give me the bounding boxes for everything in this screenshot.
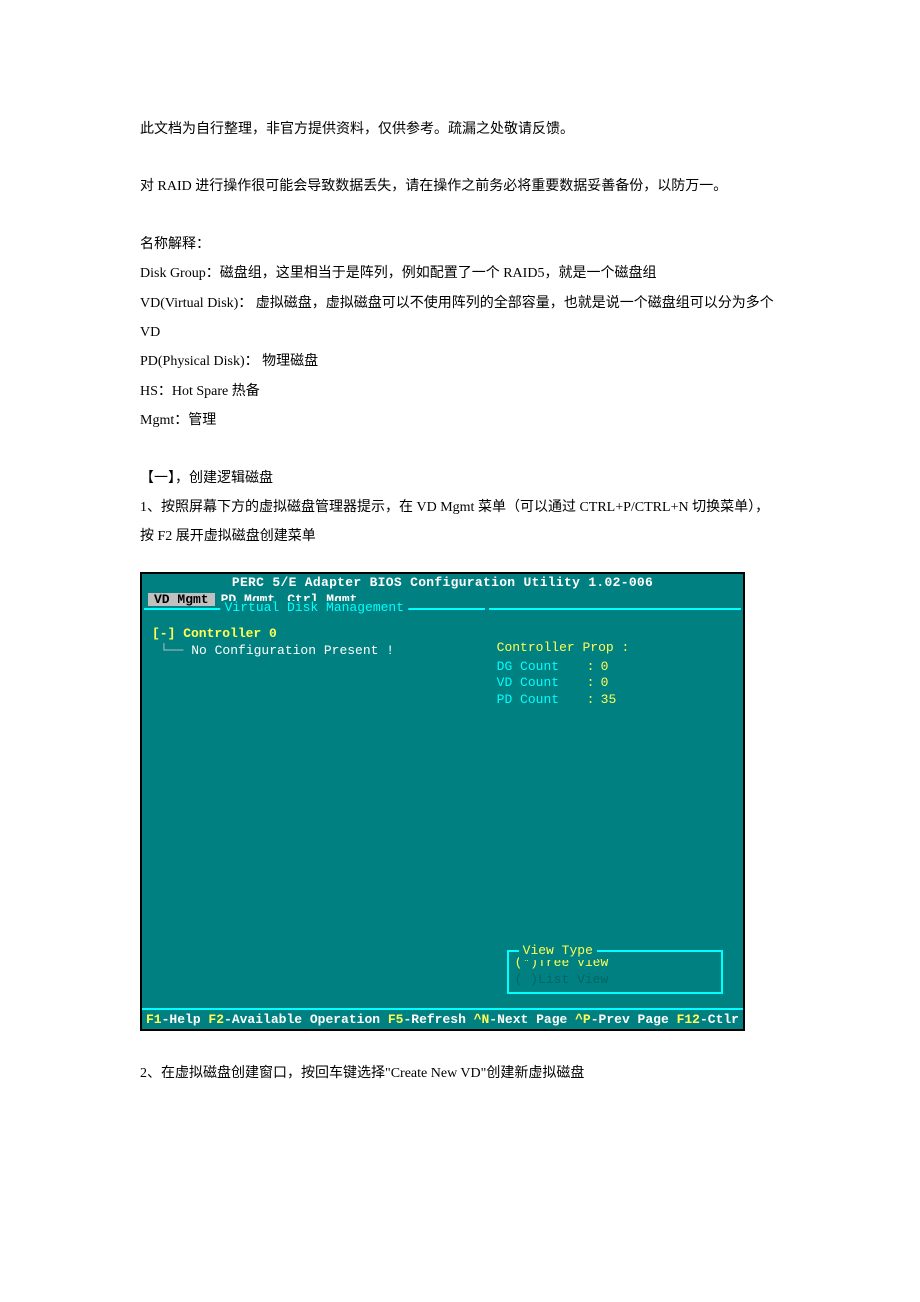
prop-pd-count: PD Count : 35 — [497, 692, 733, 709]
prop-val: 0 — [601, 675, 609, 692]
intro-text: 此文档为自行整理，非官方提供资料，仅供参考。疏漏之处敬请反馈。 — [140, 115, 780, 144]
prop-vd-count: VD Count : 0 — [497, 675, 733, 692]
terms-heading: 名称解释： — [140, 230, 780, 259]
left-section-label: Virtual Disk Management — [221, 601, 408, 614]
prop-label: DG Count — [497, 659, 587, 676]
tree-controller[interactable]: [-] Controller 0 — [152, 626, 477, 643]
document-page: 此文档为自行整理，非官方提供资料，仅供参考。疏漏之处敬请反馈。 对 RAID 进… — [0, 0, 920, 1302]
key-f12-text: -Ctlr — [700, 1012, 739, 1027]
section-1-heading: 【一】，创建逻辑磁盘 — [140, 464, 780, 493]
step-2: 2、在虚拟磁盘创建窗口，按回车键选择"Create New VD"创建新虚拟磁盘 — [140, 1059, 780, 1088]
prop-val: 35 — [601, 692, 617, 709]
bios-footer: F1-Help F2-Available Operation F5-Refres… — [142, 1008, 743, 1029]
view-type-title: View Type — [519, 943, 597, 960]
view-type-box: View Type (*)Tree View ( )List View — [507, 950, 723, 994]
key-f1: F1 — [146, 1012, 162, 1027]
warning-text: 对 RAID 进行操作很可能会导致数据丢失，请在操作之前务必将重要数据妥善备份，… — [140, 172, 780, 201]
bios-screenshot: PERC 5/E Adapter BIOS Configuration Util… — [140, 572, 745, 1031]
key-p: ^P — [575, 1012, 591, 1027]
key-f1-text: -Help — [162, 1012, 209, 1027]
prop-label: PD Count — [497, 692, 587, 709]
key-n: ^N — [474, 1012, 490, 1027]
term-pd: PD(Physical Disk)： 物理磁盘 — [140, 347, 780, 376]
term-mgmt: Mgmt：管理 — [140, 406, 780, 435]
bios-body: Virtual Disk Management [-] Controller 0… — [142, 608, 743, 1008]
view-type-list[interactable]: ( )List View — [515, 972, 715, 989]
prop-val: 0 — [601, 659, 609, 676]
bios-right-pane: Controller Prop : DG Count : 0 VD Count … — [489, 608, 741, 1008]
prop-label: VD Count — [497, 675, 587, 692]
tree-no-config: No Configuration Present ! — [160, 643, 477, 660]
key-f2: F2 — [208, 1012, 224, 1027]
term-vd: VD(Virtual Disk)： 虚拟磁盘，虚拟磁盘可以不使用阵列的全部容量，… — [140, 289, 780, 348]
prop-sep: : — [587, 675, 601, 692]
bios-title: PERC 5/E Adapter BIOS Configuration Util… — [142, 574, 743, 591]
key-f12: F12 — [677, 1012, 700, 1027]
term-dg: Disk Group：磁盘组，这里相当于是阵列，例如配置了一个 RAID5，就是… — [140, 259, 780, 288]
controller-tree: [-] Controller 0 No Configuration Presen… — [144, 610, 485, 660]
key-f2-text: -Available Operation — [224, 1012, 388, 1027]
prop-dg-count: DG Count : 0 — [497, 659, 733, 676]
key-n-text: -Next Page — [489, 1012, 575, 1027]
step-1: 1、按照屏幕下方的虚拟磁盘管理器提示，在 VD Mgmt 菜单（可以通过 CTR… — [140, 493, 780, 552]
key-f5-text: -Refresh — [403, 1012, 473, 1027]
props-title: Controller Prop : — [497, 640, 733, 657]
tab-vd-mgmt[interactable]: VD Mgmt — [148, 593, 215, 606]
prop-sep: : — [587, 659, 601, 676]
prop-sep: : — [587, 692, 601, 709]
key-p-text: -Prev Page — [591, 1012, 677, 1027]
bios-left-pane: Virtual Disk Management [-] Controller 0… — [144, 608, 485, 1008]
key-f5: F5 — [388, 1012, 404, 1027]
controller-props: Controller Prop : DG Count : 0 VD Count … — [489, 610, 741, 710]
term-hs: HS：Hot Spare 热备 — [140, 377, 780, 406]
